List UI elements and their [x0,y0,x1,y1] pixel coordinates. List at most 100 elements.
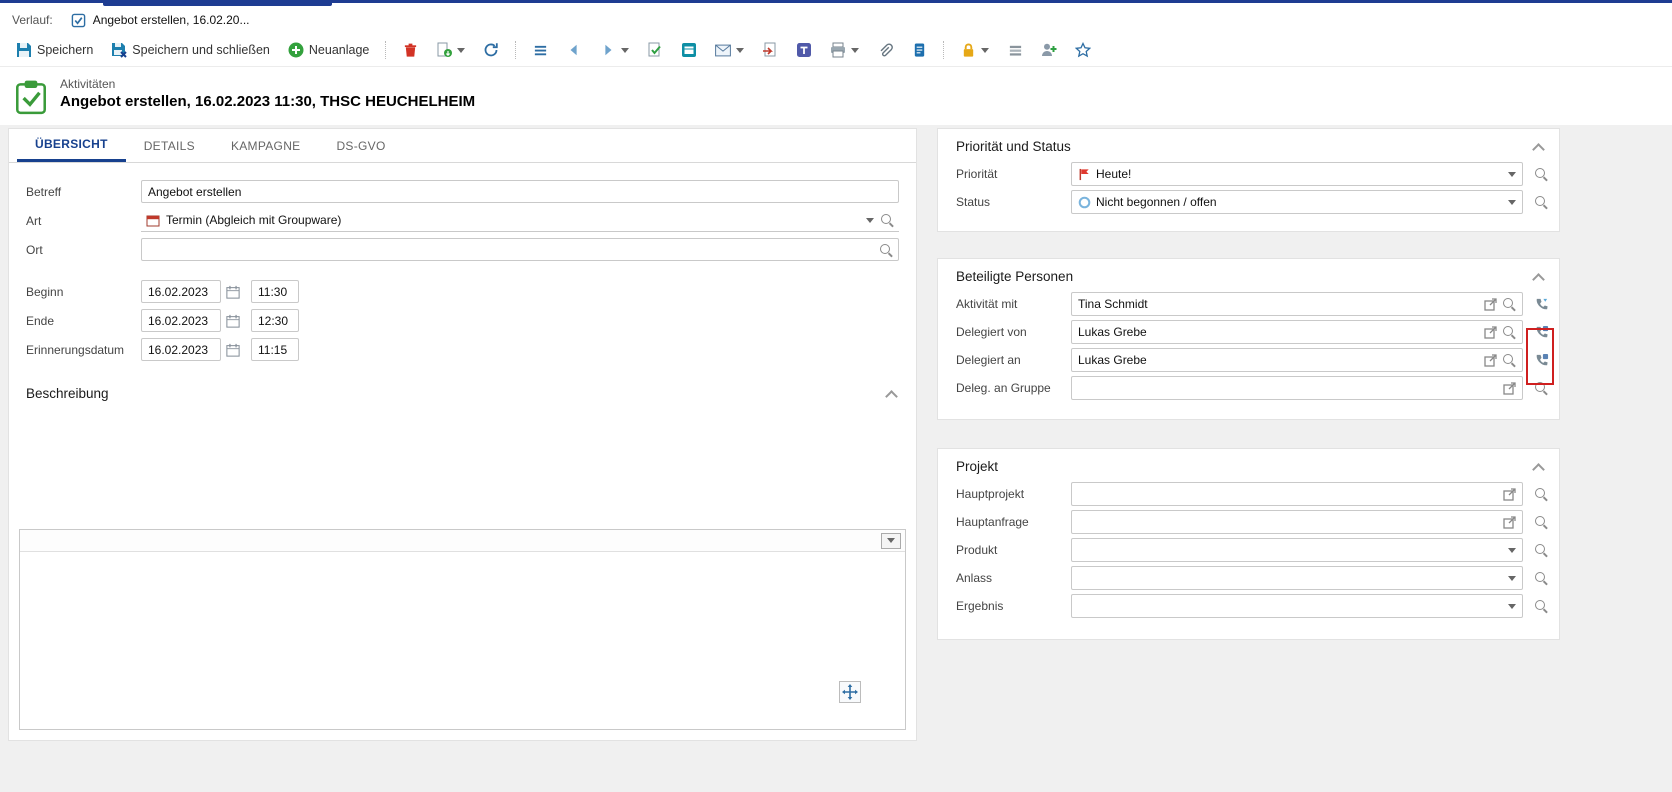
art-select[interactable]: Termin (Abgleich mit Groupware) [141,209,899,232]
calendar-icon[interactable] [223,340,243,360]
delegiert-von-field[interactable]: Lukas Grebe [1071,320,1523,344]
teams-icon [796,42,812,58]
open-record-icon[interactable] [1484,326,1497,339]
search-icon[interactable] [1534,599,1548,613]
search-icon[interactable] [1502,325,1516,339]
produkt-label: Produkt [956,543,1071,557]
ende-date-input[interactable] [141,309,221,332]
hauptanfrage-field[interactable] [1071,510,1523,534]
dropdown-icon[interactable] [866,218,874,223]
editor-dropdown[interactable] [881,533,901,549]
beginn-time-input[interactable] [251,280,299,303]
tab-details[interactable]: DETAILS [126,129,213,162]
dropdown-icon[interactable] [851,48,859,53]
search-icon[interactable] [880,213,894,227]
permissions-button[interactable] [1001,38,1029,62]
dropdown-icon[interactable] [1508,604,1516,609]
delegiert-an-field[interactable]: Lukas Grebe [1071,348,1523,372]
favorite-button[interactable] [1069,38,1097,62]
save-close-button[interactable]: Speichern und schließen [105,38,276,62]
collapse-icon[interactable] [1532,273,1545,286]
dropdown-icon[interactable] [981,48,989,53]
tab-kampagne[interactable]: KAMPAGNE [213,129,319,162]
note-button[interactable] [905,38,933,62]
dropdown-icon[interactable] [1508,548,1516,553]
export-button[interactable] [430,38,471,62]
erinnerung-time-input[interactable] [251,338,299,361]
delegiert-von-value: Lukas Grebe [1078,325,1147,339]
dropdown-icon[interactable] [621,48,629,53]
nav-back-button[interactable] [560,38,588,62]
list-view-button[interactable] [526,38,554,62]
calendar-icon[interactable] [223,282,243,302]
history-tab-item[interactable]: Angebot erstellen, 16.02.20... [67,9,260,31]
status-select[interactable]: Nicht begonnen / offen [1071,190,1523,214]
calendar-icon[interactable] [223,311,243,331]
search-icon[interactable] [1534,167,1548,181]
tab-uebersicht[interactable]: ÜBERSICHT [17,129,126,162]
dropdown-icon[interactable] [1508,576,1516,581]
attachment-button[interactable] [871,38,899,62]
search-icon[interactable] [1534,543,1548,557]
search-icon[interactable] [1534,515,1548,529]
add-participant-button[interactable] [1035,38,1063,62]
collapse-icon[interactable] [1532,143,1545,156]
envelope-icon [715,42,731,58]
prioritaet-value: Heute! [1096,167,1131,181]
open-record-icon[interactable] [1503,488,1516,501]
aktivitaet-mit-field[interactable]: Tina Schmidt [1071,292,1523,316]
prioritaet-select[interactable]: Heute! [1071,162,1523,186]
lock-button[interactable] [954,38,995,62]
betreff-input[interactable] [141,180,899,203]
betreff-label: Betreff [26,185,141,199]
erinnerung-date-input[interactable] [141,338,221,361]
hauptprojekt-field[interactable] [1071,482,1523,506]
beginn-date-input[interactable] [141,280,221,303]
save-button[interactable]: Speichern [10,38,99,62]
search-icon[interactable] [1534,487,1548,501]
open-record-icon[interactable] [1503,382,1516,395]
anlass-label: Anlass [956,571,1071,585]
dropdown-icon[interactable] [736,48,744,53]
dropdown-icon[interactable] [1508,172,1516,177]
dropdown-icon[interactable] [457,48,465,53]
search-icon[interactable] [1502,353,1516,367]
history-tab-label: Angebot erstellen, 16.02.20... [93,13,250,27]
checkin-button[interactable] [641,38,669,62]
collapse-icon[interactable] [1532,463,1545,476]
tab-dsgvo[interactable]: DS-GVO [318,129,403,162]
print-button[interactable] [824,38,865,62]
collapse-icon[interactable] [885,390,898,403]
anlass-select[interactable] [1071,566,1523,590]
overview-panel: ÜBERSICHT DETAILS KAMPAGNE DS-GVO Betref… [8,128,917,741]
produkt-select[interactable] [1071,538,1523,562]
search-icon[interactable] [1534,195,1548,209]
phone-button[interactable] [1529,297,1553,312]
email-button[interactable] [709,38,750,62]
ergebnis-select[interactable] [1071,594,1523,618]
delete-button[interactable] [396,38,424,62]
nav-forward-button[interactable] [594,38,635,62]
search-icon[interactable] [1502,297,1516,311]
open-record-icon[interactable] [1503,516,1516,529]
move-icon[interactable] [839,681,861,703]
ort-input[interactable] [147,243,875,257]
phone-button[interactable] [1529,325,1553,340]
open-record-icon[interactable] [1484,298,1497,311]
send-document-button[interactable] [756,38,784,62]
new-record-button[interactable]: Neuanlage [282,38,375,62]
dropdown-icon[interactable] [1508,200,1516,205]
search-icon[interactable] [1534,571,1548,585]
erinnerung-label: Erinnerungsdatum [26,343,141,357]
beschreibung-editor[interactable] [19,529,906,730]
phone-button[interactable] [1529,353,1553,368]
ende-time-input[interactable] [251,309,299,332]
toolbar-divider [385,41,386,59]
open-record-icon[interactable] [1484,354,1497,367]
refresh-button[interactable] [477,38,505,62]
deleg-gruppe-field[interactable] [1071,376,1523,400]
search-icon[interactable] [879,243,893,257]
teams-button[interactable] [790,38,818,62]
link-button[interactable] [675,38,703,62]
search-icon[interactable] [1534,381,1548,395]
